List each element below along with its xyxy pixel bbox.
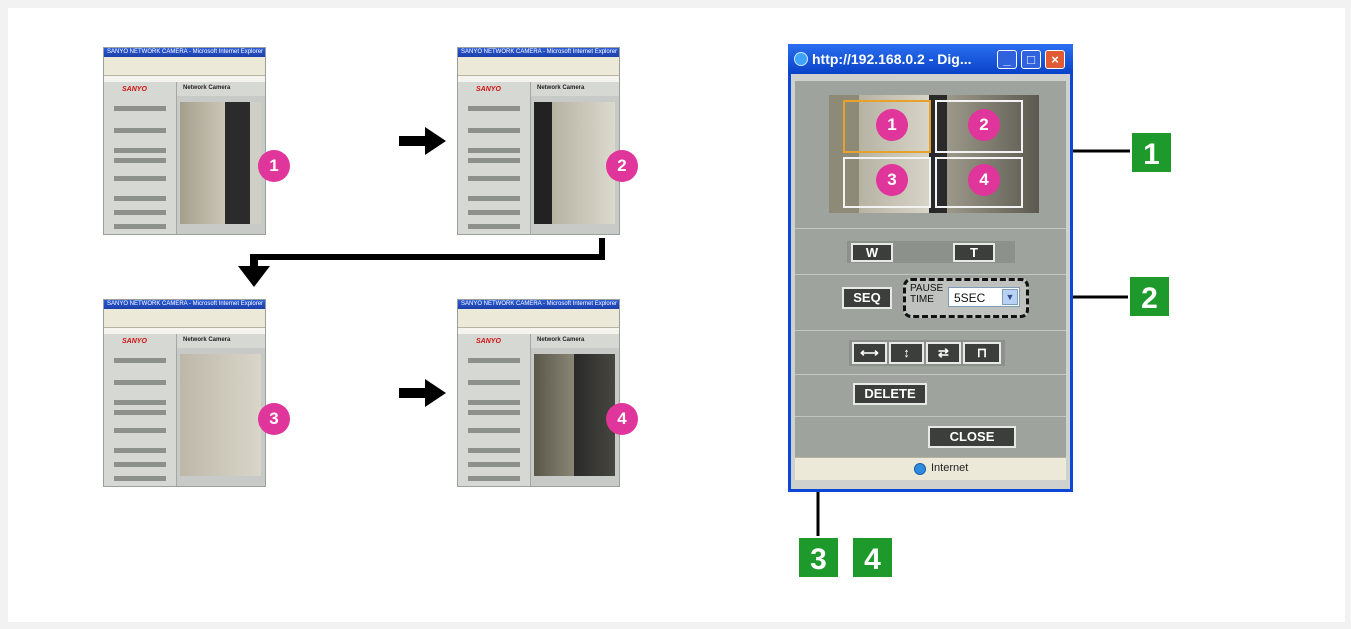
close-window-button[interactable]: × (1045, 50, 1065, 69)
zigzag-scan-icon[interactable]: ⇄ (926, 342, 961, 364)
zoom-section: W T (795, 229, 1066, 275)
callout-3: 3 (797, 536, 840, 579)
popup-window: http://192.168.0.2 - Dig... _ □ × 1 2 3 … (788, 44, 1073, 492)
maximize-button[interactable]: □ (1021, 50, 1041, 69)
minimize-button[interactable]: _ (997, 50, 1017, 69)
popup-client-area: 1 2 3 4 W T SEQ PAUSE TIME 5SEC ▼ ⟷ ↕ ⇄ … (795, 81, 1066, 457)
close-section: CLOSE (795, 417, 1066, 457)
ie-icon (794, 52, 808, 66)
delete-button[interactable]: DELETE (853, 383, 927, 405)
status-zone-text: Internet (931, 462, 969, 474)
quadrant-badge-4: 4 (968, 164, 1000, 196)
close-button[interactable]: CLOSE (928, 426, 1016, 448)
delete-section: DELETE (795, 375, 1066, 417)
status-bar: Internet (795, 457, 1066, 480)
quadrant-badge-2: 2 (968, 109, 1000, 141)
preview-section (795, 81, 1066, 229)
tilt-scan-icon[interactable]: ↕ (889, 342, 924, 364)
pause-time-label: PAUSE TIME (910, 283, 944, 305)
pause-time-group: PAUSE TIME 5SEC ▼ (903, 278, 1029, 318)
quadrant-badge-1: 1 (876, 109, 908, 141)
seq-button[interactable]: SEQ (842, 287, 892, 309)
chevron-down-icon[interactable]: ▼ (1002, 289, 1018, 305)
sequence-section: SEQ PAUSE TIME 5SEC ▼ (795, 275, 1066, 331)
scan-section: ⟷ ↕ ⇄ ⊓ (795, 331, 1066, 375)
callout-4: 4 (851, 536, 894, 579)
zoom-tele-button[interactable]: T (953, 243, 995, 262)
pause-time-select[interactable]: 5SEC ▼ (948, 287, 1020, 307)
window-title: http://192.168.0.2 - Dig... (812, 51, 972, 67)
window-title-bar: http://192.168.0.2 - Dig... _ □ × (788, 44, 1073, 74)
square-scan-icon[interactable]: ⊓ (963, 342, 1001, 364)
quadrant-badge-3: 3 (876, 164, 908, 196)
pan-scan-icon[interactable]: ⟷ (852, 342, 887, 364)
callout-2: 2 (1128, 275, 1171, 318)
callout-1: 1 (1130, 131, 1173, 174)
zoom-wide-button[interactable]: W (851, 243, 893, 262)
internet-zone-icon (914, 463, 926, 475)
camera-preview (829, 95, 1039, 213)
